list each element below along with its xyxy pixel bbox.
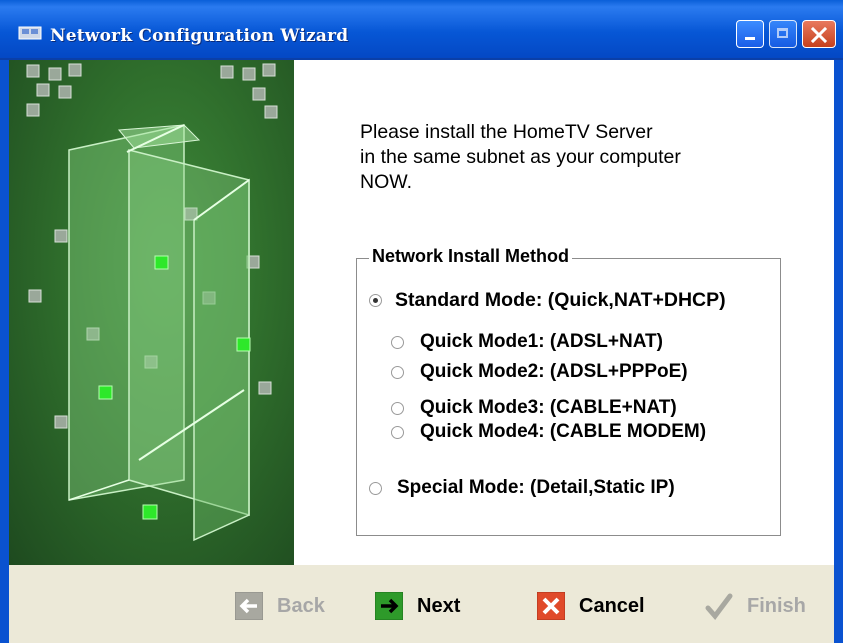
window-frame-left <box>0 60 9 643</box>
radio-quick-mode1[interactable]: Quick Mode1: (ADSL+NAT) <box>391 331 663 353</box>
wizard-button-bar: Back Next Cancel Finish <box>9 565 834 643</box>
radio-quick-mode4[interactable]: Quick Mode4: (CABLE MODEM) <box>391 421 706 443</box>
next-button[interactable]: Next <box>374 591 461 621</box>
radio-unchecked-icon[interactable] <box>391 425 404 439</box>
radio-unchecked-icon[interactable] <box>391 401 404 415</box>
next-arrow-icon <box>374 591 404 621</box>
radio-label: Quick Mode3: (CABLE+NAT) <box>420 397 677 418</box>
radio-label: Quick Mode1: (ADSL+NAT) <box>420 331 663 352</box>
back-button[interactable]: Back <box>234 591 325 621</box>
radio-quick-mode3[interactable]: Quick Mode3: (CABLE+NAT) <box>391 397 677 419</box>
cancel-label: Cancel <box>579 594 645 617</box>
close-button[interactable] <box>802 20 836 48</box>
wizard-window: Network Configuration Wizard Please inst… <box>0 0 843 643</box>
radio-unchecked-icon[interactable] <box>391 335 404 349</box>
next-label: Next <box>417 594 461 617</box>
radio-label: Special Mode: (Detail,Static IP) <box>397 477 675 498</box>
install-instruction: Please install the HomeTV Server in the … <box>360 120 820 195</box>
radio-label: Quick Mode4: (CABLE MODEM) <box>420 421 707 442</box>
maximize-icon <box>777 28 788 38</box>
radio-standard-mode[interactable]: Standard Mode: (Quick,NAT+DHCP) <box>369 289 726 312</box>
network-install-method-group: Network Install Method Standard Mode: (Q… <box>356 246 781 536</box>
checkmark-icon <box>705 592 733 620</box>
finish-label: Finish <box>747 594 806 617</box>
network-app-icon <box>18 26 42 40</box>
finish-button[interactable]: Finish <box>705 592 806 620</box>
radio-special-mode[interactable]: Special Mode: (Detail,Static IP) <box>369 477 675 499</box>
network-tower-illustration <box>26 63 278 542</box>
instruction-line: Please install the HomeTV Server <box>360 121 653 143</box>
instruction-line: in the same subnet as your computer <box>360 146 681 168</box>
radio-unchecked-icon[interactable] <box>369 481 382 495</box>
radio-label: Quick Mode2: (ADSL+PPPoE) <box>420 361 688 382</box>
instruction-line: NOW. <box>360 171 412 193</box>
radio-unchecked-icon[interactable] <box>391 365 404 379</box>
wizard-content: Please install the HomeTV Server in the … <box>294 60 834 565</box>
back-label: Back <box>277 594 325 617</box>
cancel-button[interactable]: Cancel <box>536 591 645 621</box>
minimize-button[interactable] <box>736 20 764 48</box>
close-icon <box>810 26 828 44</box>
wizard-side-illustration <box>9 60 294 565</box>
maximize-button[interactable] <box>769 20 797 48</box>
title-bar[interactable]: Network Configuration Wizard <box>0 0 843 60</box>
radio-quick-mode2[interactable]: Quick Mode2: (ADSL+PPPoE) <box>391 361 688 383</box>
back-arrow-icon <box>234 591 264 621</box>
group-legend: Network Install Method <box>369 246 573 267</box>
minimize-icon <box>745 37 755 40</box>
window-frame-right <box>834 60 843 643</box>
radio-label: Standard Mode: (Quick,NAT+DHCP) <box>395 289 726 311</box>
radio-checked-icon[interactable] <box>369 294 382 307</box>
window-title: Network Configuration Wizard <box>50 26 349 46</box>
cancel-x-icon <box>536 591 566 621</box>
